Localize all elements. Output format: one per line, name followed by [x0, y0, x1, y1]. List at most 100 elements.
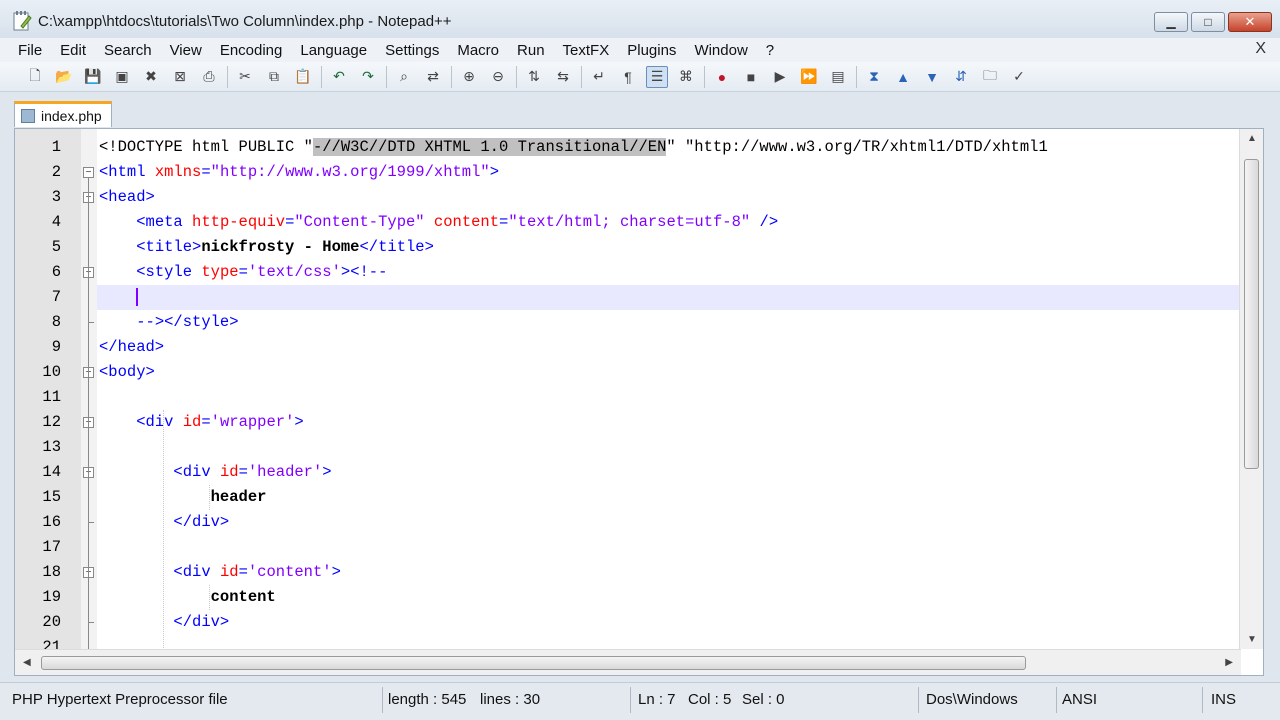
paste-icon[interactable]: 📋: [292, 66, 314, 88]
line-number: 13: [42, 438, 61, 456]
status-ln: Ln : 7: [638, 691, 676, 708]
fold-toggle-icon[interactable]: −: [83, 167, 94, 178]
code-line[interactable]: <div id='wrapper'>: [97, 410, 1240, 435]
code-line[interactable]: <body>: [97, 360, 1240, 385]
code-line[interactable]: [97, 285, 1240, 310]
replace-icon[interactable]: ⇄: [422, 66, 444, 88]
code-line[interactable]: <div id='header'>: [97, 460, 1240, 485]
code-line[interactable]: <head>: [97, 185, 1240, 210]
scroll-up-icon[interactable]: ▲: [1247, 133, 1257, 144]
menu-item[interactable]: View: [170, 42, 202, 59]
tfx-up-icon[interactable]: ▲: [892, 66, 914, 88]
print-icon[interactable]: ⎙: [198, 66, 220, 88]
status-bar: PHP Hypertext Preprocessor file length :…: [0, 682, 1280, 720]
code-line[interactable]: header: [97, 485, 1240, 510]
menu-item[interactable]: Search: [104, 42, 152, 59]
minimize-button[interactable]: ▁: [1154, 12, 1188, 32]
fold-end-marker: [88, 622, 94, 623]
code-line[interactable]: --></style>: [97, 310, 1240, 335]
line-number: 3: [51, 188, 61, 206]
cut-icon[interactable]: ✂: [234, 66, 256, 88]
code-line[interactable]: <meta http-equiv="Content-Type" content=…: [97, 210, 1240, 235]
menu-item[interactable]: Encoding: [220, 42, 283, 59]
code-line[interactable]: </div>: [97, 610, 1240, 635]
save-macro-icon[interactable]: ▤: [827, 66, 849, 88]
save-icon[interactable]: 💾: [82, 66, 104, 88]
save-all-icon[interactable]: ▣: [111, 66, 133, 88]
record-macro-icon[interactable]: ●: [711, 66, 733, 88]
code-line[interactable]: <!DOCTYPE html PUBLIC "-//W3C//DTD XHTML…: [97, 135, 1240, 160]
vertical-scroll-thumb[interactable]: [1244, 159, 1259, 469]
tfx-folder-icon[interactable]: 🗀: [979, 66, 1001, 88]
line-number-gutter: 1 2 3 4 5 6 7 8 9 10 11 12 13 14 15 16 17 18 19 20 21: [15, 129, 81, 656]
show-all-chars-icon[interactable]: ¶: [617, 66, 639, 88]
menu-item[interactable]: Edit: [60, 42, 86, 59]
scroll-right-icon[interactable]: ▶: [1225, 657, 1233, 668]
code-line[interactable]: </head>: [97, 335, 1240, 360]
open-file-icon[interactable]: 📂: [53, 66, 75, 88]
menu-item[interactable]: File: [18, 42, 42, 59]
new-file-icon[interactable]: 🗋: [24, 66, 46, 88]
code-line[interactable]: <title>nickfrosty - Home</title>: [97, 235, 1240, 260]
tab-index-php[interactable]: index.php: [14, 101, 112, 127]
tfx-down-icon[interactable]: ▼: [921, 66, 943, 88]
undo-icon[interactable]: ↶: [328, 66, 350, 88]
menu-item[interactable]: Macro: [457, 42, 499, 59]
close-icon[interactable]: ✖: [140, 66, 162, 88]
code-area[interactable]: <!DOCTYPE html PUBLIC "-//W3C//DTD XHTML…: [97, 129, 1240, 649]
code-line[interactable]: </div>: [97, 510, 1240, 535]
status-divider: [1202, 687, 1203, 713]
play-macro-icon[interactable]: ▶: [769, 66, 791, 88]
menu-item[interactable]: Window: [694, 42, 747, 59]
editor[interactable]: 123456789101112131415161718192021 −−−−−−…: [14, 128, 1264, 676]
horizontal-scroll-thumb[interactable]: [41, 656, 1026, 670]
line-number: 19: [42, 588, 61, 606]
sync-v-icon[interactable]: ⇅: [523, 66, 545, 88]
close-button[interactable]: ✕: [1228, 12, 1272, 32]
menu-item[interactable]: ?: [766, 42, 774, 59]
line-number: 9: [51, 338, 61, 356]
menu-bar: File Edit Search View Encoding Language Settin…: [0, 38, 1280, 62]
code-line[interactable]: <style type='text/css'><!--: [97, 260, 1240, 285]
code-line[interactable]: <html xmlns="http://www.w3.org/1999/xhtm…: [97, 160, 1240, 185]
status-insert-mode: INS: [1211, 691, 1237, 708]
stop-macro-icon[interactable]: ■: [740, 66, 762, 88]
menu-item[interactable]: Run: [517, 42, 545, 59]
zoom-in-icon[interactable]: ⊕: [458, 66, 480, 88]
code-line[interactable]: <div id='content'>: [97, 560, 1240, 585]
code-line[interactable]: [97, 385, 1240, 410]
spellcheck-icon[interactable]: ✓: [1008, 66, 1030, 88]
menu-item[interactable]: TextFX: [563, 42, 610, 59]
menu-item[interactable]: Language: [300, 42, 367, 59]
user-lang-icon[interactable]: ⌘: [675, 66, 697, 88]
copy-icon[interactable]: ⧉: [263, 66, 285, 88]
indent-guide-icon[interactable]: ☰: [646, 65, 668, 88]
code-line[interactable]: [97, 635, 1240, 649]
maximize-button[interactable]: □: [1191, 12, 1225, 32]
code-line[interactable]: content: [97, 585, 1240, 610]
run-macro-multiple-icon[interactable]: ⏩: [798, 66, 820, 88]
find-icon[interactable]: ⌕: [393, 66, 415, 88]
code-line[interactable]: [97, 435, 1240, 460]
vertical-scrollbar[interactable]: ▲ ▼: [1239, 129, 1263, 649]
redo-icon[interactable]: ↷: [357, 66, 379, 88]
sync-h-icon[interactable]: ⇆: [552, 66, 574, 88]
close-all-icon[interactable]: ⊠: [169, 66, 191, 88]
tfx-sort-icon[interactable]: ⇵: [950, 66, 972, 88]
menu-item[interactable]: Plugins: [627, 42, 676, 59]
menu-item[interactable]: Settings: [385, 42, 439, 59]
tab-label: index.php: [41, 107, 102, 124]
scroll-down-icon[interactable]: ▼: [1247, 634, 1257, 645]
zoom-out-icon[interactable]: ⊖: [487, 66, 509, 88]
word-wrap-icon[interactable]: ↵: [588, 66, 610, 88]
file-saved-icon: [21, 108, 35, 123]
fold-margin[interactable]: −−−−−−−: [81, 129, 97, 675]
tab-strip: index.php: [0, 92, 1280, 128]
status-divider: [1056, 687, 1057, 713]
horizontal-scrollbar[interactable]: ◀ ▶: [15, 649, 1241, 675]
maximize-icon: □: [1204, 15, 1212, 29]
code-line[interactable]: [97, 535, 1240, 560]
tfx-collapse-icon[interactable]: ⧗: [863, 66, 885, 88]
close-document-button[interactable]: X: [1255, 40, 1266, 58]
scroll-left-icon[interactable]: ◀: [23, 657, 31, 668]
